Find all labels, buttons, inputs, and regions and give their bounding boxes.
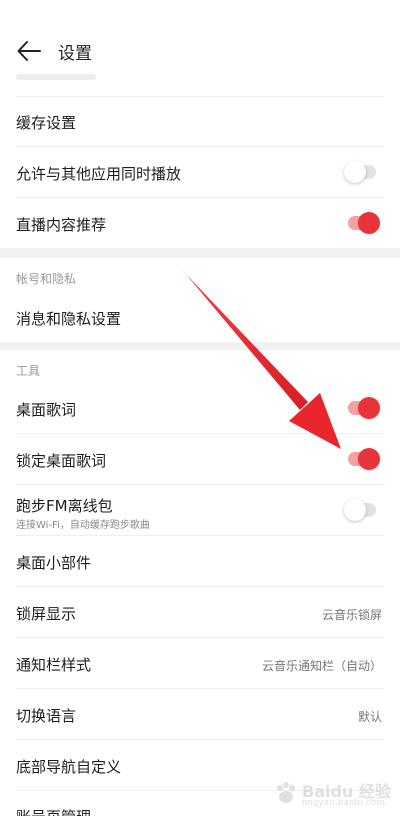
setting-sublabel: 连接Wi-Fi，自动缓存跑步歌曲 bbox=[16, 520, 150, 531]
setting-label: 桌面歌词 bbox=[16, 401, 77, 419]
section-separator bbox=[0, 342, 400, 350]
setting-label: 通知栏样式 bbox=[16, 656, 92, 674]
divider bbox=[16, 96, 384, 97]
setting-widget[interactable]: 桌面小部件 bbox=[0, 536, 400, 586]
toggle-knob bbox=[344, 161, 366, 183]
setting-value: 默认 bbox=[357, 710, 382, 724]
paw-logo-icon bbox=[277, 782, 295, 803]
watermark-subtext: jingyan.baidu.com bbox=[302, 798, 386, 808]
setting-label: 消息和隐私设置 bbox=[16, 310, 122, 328]
setting-language[interactable]: 切换语言 默认 bbox=[0, 689, 400, 739]
setting-value: 云音乐通知栏（自动） bbox=[261, 659, 382, 673]
toggle-knob bbox=[344, 499, 366, 521]
setting-label: 桌面小部件 bbox=[16, 554, 92, 572]
setting-message-privacy[interactable]: 消息和隐私设置 bbox=[0, 292, 400, 342]
setting-cache[interactable]: 缓存设置 bbox=[0, 98, 400, 146]
page-title: 设置 bbox=[58, 44, 92, 64]
setting-label: 缓存设置 bbox=[16, 114, 77, 132]
setting-label: 跑步FM离线包 bbox=[16, 497, 113, 515]
setting-label: 账号页管理 bbox=[16, 806, 91, 816]
setting-value: 云音乐锁屏 bbox=[321, 608, 382, 622]
scrolled-item-remnant bbox=[16, 74, 96, 80]
setting-desktop-lyrics[interactable]: 桌面歌词 bbox=[0, 383, 400, 433]
setting-running-fm[interactable]: 跑步FM离线包 连接Wi-Fi，自动缓存跑步歌曲 bbox=[0, 485, 400, 535]
lock-desktop-lyrics-toggle[interactable] bbox=[348, 448, 380, 470]
setting-live-recommend[interactable]: 直播内容推荐 bbox=[0, 198, 400, 248]
live-recommend-toggle[interactable] bbox=[348, 212, 380, 234]
section-title-tools: 工具 bbox=[16, 364, 41, 378]
section-title-account: 帐号和隐私 bbox=[16, 272, 77, 286]
setting-label: 锁定桌面歌词 bbox=[16, 452, 107, 470]
desktop-lyrics-toggle[interactable] bbox=[348, 397, 380, 419]
setting-label: 切换语言 bbox=[16, 707, 77, 725]
toggle-knob bbox=[358, 397, 380, 419]
setting-lock-desktop-lyrics[interactable]: 锁定桌面歌词 bbox=[0, 434, 400, 484]
section-separator bbox=[0, 248, 400, 258]
mix-playback-toggle[interactable] bbox=[344, 161, 376, 183]
arrow-left-icon[interactable] bbox=[16, 38, 42, 64]
setting-lockscreen[interactable]: 锁屏显示 云音乐锁屏 bbox=[0, 587, 400, 637]
setting-mix-playback[interactable]: 允许与其他应用同时播放 bbox=[0, 147, 400, 197]
setting-label: 底部导航自定义 bbox=[16, 758, 122, 776]
setting-label: 锁屏显示 bbox=[16, 605, 77, 623]
header: 设置 bbox=[0, 0, 400, 100]
watermark: Baidu 经验 jingyan.baidu.com bbox=[272, 776, 392, 814]
toggle-knob bbox=[358, 448, 380, 470]
setting-label: 允许与其他应用同时播放 bbox=[16, 165, 182, 183]
setting-label: 直播内容推荐 bbox=[16, 216, 107, 234]
setting-notification-style[interactable]: 通知栏样式 云音乐通知栏（自动） bbox=[0, 638, 400, 688]
toggle-knob bbox=[358, 212, 380, 234]
running-fm-toggle[interactable] bbox=[344, 499, 376, 521]
